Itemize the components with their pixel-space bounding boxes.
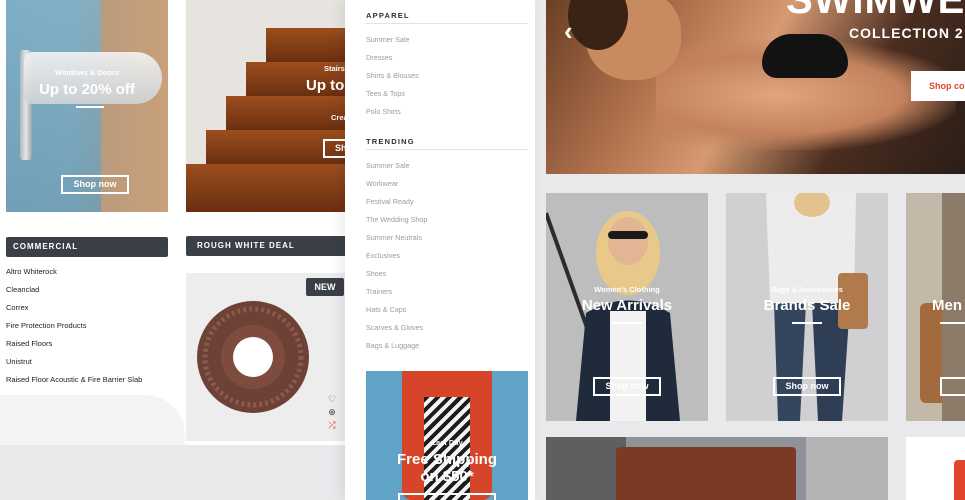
menu-heading-trending: TRENDING — [366, 137, 415, 146]
shop-now-button[interactable] — [940, 377, 965, 396]
menu-heading-apparel: APPAREL — [366, 11, 410, 20]
commercial-link-correx[interactable]: Correx — [6, 302, 142, 320]
category-caption: Bags & Accessories — [771, 285, 843, 294]
brand-mark-image — [954, 460, 965, 500]
commercial-list: Altro Whiterock Cleanclad Correx Fire Pr… — [6, 266, 142, 392]
shop-collection-button[interactable]: Shop col — [911, 71, 965, 101]
commercial-link-altro-whiterock[interactable]: Altro Whiterock — [6, 266, 142, 284]
apparel-menu-list: Summer Sale Dresses Shirts & Blouses Tee… — [366, 35, 419, 125]
commercial-link-unistrut[interactable]: Unistrut — [6, 356, 142, 374]
product-banner-partial[interactable] — [906, 437, 965, 500]
menu-item-scarves-gloves[interactable]: Scarves & Gloves — [366, 323, 427, 341]
promo-caption: Last Day — [431, 438, 463, 447]
category-card-new-arrivals[interactable]: Women's Clothing New Arrivals Shop now — [546, 193, 708, 421]
menu-divider — [366, 149, 528, 150]
category-card-men[interactable]: Men — [906, 193, 965, 421]
shop-now-button[interactable]: Shop now — [773, 377, 841, 396]
promo-headline-line2: on $50* — [420, 468, 474, 485]
promo-caption: Stairs — [324, 64, 345, 73]
promo-stairs[interactable]: Stairs Up to Crea Sh — [186, 0, 350, 212]
promo-headline-line1: Free Shipping — [396, 451, 497, 468]
hero-swimwear-image — [762, 34, 848, 78]
category-caption: Women's Clothing — [594, 285, 660, 294]
chevron-left-icon[interactable]: ‹ — [564, 18, 573, 44]
free-shipping-banner[interactable]: Last Day Free Shipping on $50* — [366, 371, 528, 500]
menu-item-polo-shirts[interactable]: Polo Shirts — [366, 107, 419, 125]
menu-item-workwear[interactable]: Workwear — [366, 179, 427, 197]
menu-item-summer-sale[interactable]: Summer Sale — [366, 35, 419, 53]
menu-item-dresses[interactable]: Dresses — [366, 53, 419, 71]
category-title: Men — [932, 297, 962, 314]
commercial-link-cleanclad[interactable]: Cleanclad — [6, 284, 142, 302]
menu-item-wedding-shop[interactable]: The Wedding Shop — [366, 215, 427, 233]
wishlist-icon[interactable]: ♡ — [326, 393, 338, 406]
hero-slider[interactable]: ‹ SWIMWE COLLECTION 2 Shop col — [546, 0, 965, 174]
compare-icon[interactable]: ⤮ — [326, 419, 338, 432]
menu-divider — [366, 23, 528, 24]
product-banner-bag[interactable] — [546, 437, 888, 500]
shop-now-button[interactable]: Shop now — [593, 377, 661, 396]
category-card-brands-sale[interactable]: Bags & Accessories Brands Sale Shop now — [726, 193, 888, 421]
promo-caption: Windows & Doors — [54, 68, 120, 77]
zoom-icon[interactable]: ⊕ — [326, 406, 338, 419]
stair-image — [186, 164, 350, 212]
category-title: New Arrivals — [581, 297, 673, 314]
promo-headline: Free Shipping on $50* — [366, 451, 528, 485]
product-card[interactable]: NEW ♡ ⊕ ⤮ — [186, 273, 350, 441]
commercial-link-raised-floors[interactable]: Raised Floors — [6, 338, 142, 356]
promo-headline: Up to — [306, 77, 345, 94]
bag-image — [546, 437, 888, 500]
menu-item-bags-luggage[interactable]: Bags & Luggage — [366, 341, 427, 359]
menu-item-festival-ready[interactable]: Festival Ready — [366, 197, 427, 215]
menu-item-shoes[interactable]: Shoes — [366, 269, 427, 287]
menu-item-summer-neutrals[interactable]: Summer Neutrals — [366, 233, 427, 251]
shop-now-button[interactable]: Shop now — [61, 175, 129, 194]
stair-image — [266, 28, 350, 62]
category-title: Brands Sale — [763, 297, 851, 314]
menu-item-hats-caps[interactable]: Hats & Caps — [366, 305, 427, 323]
menu-item-trainers[interactable]: Trainers — [366, 287, 427, 305]
promo-headline: Up to 20% off — [39, 81, 135, 98]
promo-windows-doors[interactable]: Windows & Doors Up to 20% off Shop now — [6, 0, 168, 212]
mega-menu-panel: APPAREL Summer Sale Dresses Shirts & Blo… — [345, 0, 535, 500]
menu-item-exclusives[interactable]: Exclusives — [366, 251, 427, 269]
category-divider — [612, 322, 642, 324]
storefront-canvas: Windows & Doors Up to 20% off Shop now S… — [0, 0, 965, 500]
shop-now-button[interactable] — [398, 493, 496, 500]
category-divider — [792, 322, 822, 324]
commercial-heading: COMMERCIAL — [6, 237, 168, 257]
category-divider — [940, 322, 965, 324]
commercial-link-fire-protection[interactable]: Fire Protection Products — [6, 320, 142, 338]
deal-heading: ROUGH WHITE DEAL — [186, 236, 350, 256]
panel-shadow — [0, 395, 185, 445]
commercial-link-raised-floor-acoustic[interactable]: Raised Floor Acoustic & Fire Barrier Sla… — [6, 374, 142, 392]
promo-divider — [76, 106, 104, 108]
ceiling-rose-center — [233, 337, 273, 377]
left-panel: Windows & Doors Up to 20% off Shop now S… — [0, 0, 350, 445]
hero-subheadline: COLLECTION 2 — [849, 25, 964, 41]
menu-item-summer-sale[interactable]: Summer Sale — [366, 161, 427, 179]
hero-headline: SWIMWE — [786, 0, 965, 22]
product-actions: ♡ ⊕ ⤮ — [326, 393, 338, 432]
menu-item-tees-tops[interactable]: Tees & Tops — [366, 89, 419, 107]
trending-menu-list: Summer Sale Workwear Festival Ready The … — [366, 161, 427, 359]
menu-item-shirts-blouses[interactable]: Shirts & Blouses — [366, 71, 419, 89]
